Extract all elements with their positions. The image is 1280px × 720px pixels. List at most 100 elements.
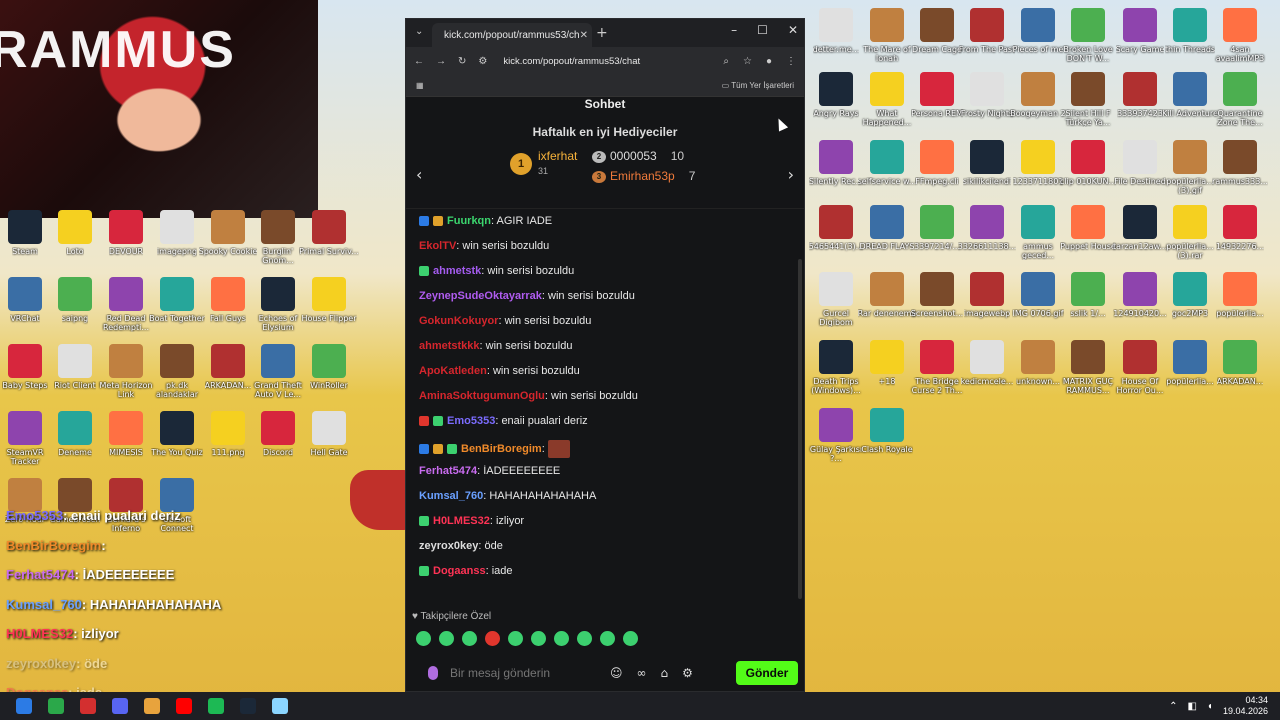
gifter-third-name[interactable]: Emirhan53p bbox=[610, 169, 675, 183]
emote-icon[interactable] bbox=[623, 631, 638, 646]
close-window-icon[interactable]: ✕ bbox=[788, 23, 798, 37]
emote-icon[interactable] bbox=[462, 631, 477, 646]
desktop-icon[interactable]: Broken Love DON'T W... bbox=[1058, 8, 1118, 63]
chat-username[interactable]: Dogaanss bbox=[433, 565, 486, 577]
chat-settings-icon[interactable]: ⚙ bbox=[682, 666, 693, 680]
taskbar-app-icon[interactable] bbox=[112, 698, 128, 714]
chat-scrollbar[interactable] bbox=[798, 259, 802, 599]
desktop-icon[interactable]: House Flipper bbox=[299, 277, 359, 332]
app-icon bbox=[1021, 140, 1055, 174]
taskbar-app-icon[interactable] bbox=[80, 698, 96, 714]
app-icon bbox=[1173, 140, 1207, 174]
back-icon[interactable]: ← bbox=[414, 56, 424, 67]
desktop-icon[interactable]: rammus333... bbox=[1210, 140, 1270, 195]
gifter-second-name[interactable]: 0000053 bbox=[610, 149, 657, 163]
url-field[interactable]: kick.com/popout/rammus53/chat bbox=[503, 56, 640, 67]
chat-username[interactable]: GokunKokuyor bbox=[419, 315, 498, 327]
desktop-icon[interactable]: Primal Surviv... bbox=[299, 210, 359, 265]
menu-kebab-icon[interactable]: ⋮ bbox=[786, 56, 796, 67]
taskbar-app-icon[interactable] bbox=[272, 698, 288, 714]
gifter-first-count: 31 bbox=[538, 166, 549, 176]
quick-emotes-icon[interactable]: ∞ bbox=[637, 666, 647, 680]
chat-username[interactable]: ZeynepSudeOktayarrak bbox=[419, 290, 542, 302]
emote-icon[interactable] bbox=[508, 631, 523, 646]
desktop-icon[interactable]: sslik 1/... bbox=[1058, 272, 1118, 327]
microphone-icon[interactable] bbox=[428, 666, 438, 680]
app-icon bbox=[1123, 8, 1157, 42]
browser-tab[interactable]: kick.com/popout/rammus53/ch ✕ bbox=[432, 23, 592, 47]
emote-icon[interactable] bbox=[485, 631, 500, 646]
start-icon[interactable] bbox=[16, 698, 32, 714]
network-icon[interactable]: ◧ bbox=[1187, 701, 1196, 712]
system-clock[interactable]: 04:34 19.04.2026 bbox=[1223, 695, 1268, 717]
chat-message-input[interactable] bbox=[450, 666, 602, 680]
app-icon bbox=[1123, 72, 1157, 106]
taskbar-app-icon[interactable] bbox=[48, 698, 64, 714]
store-icon[interactable]: ⌂ bbox=[661, 666, 669, 680]
desktop-icon[interactable]: Silent Hill F Türkçe Ya... bbox=[1058, 72, 1118, 127]
desktop-icon[interactable]: clip 010KUN... bbox=[1058, 140, 1118, 195]
tray-chevron-icon[interactable]: ⌃ bbox=[1169, 701, 1177, 712]
app-icon bbox=[1021, 272, 1055, 306]
chat-username[interactable]: zeyrox0key bbox=[419, 540, 478, 552]
chat-username[interactable]: ApoKatleden bbox=[419, 365, 487, 377]
top-gifters-panel: Haftalık en iyi Hediyeciler ‹ › 1 ixferh… bbox=[406, 125, 804, 209]
chat-username[interactable]: EkolTV bbox=[419, 240, 456, 252]
emote-icon[interactable] bbox=[439, 631, 454, 646]
chat-username[interactable]: ahmetstk bbox=[433, 265, 481, 277]
chrome-icon[interactable] bbox=[144, 698, 160, 714]
youtube-icon[interactable] bbox=[176, 698, 192, 714]
desktop-icon[interactable]: popülerlia... bbox=[1210, 272, 1270, 327]
desktop-icon[interactable]: MATRIX GÜÇ RAMMUS... bbox=[1058, 340, 1118, 395]
chat-message: EkolTV: win serisi bozuldu bbox=[419, 240, 791, 265]
bookmark-star-icon[interactable]: ☆ bbox=[743, 56, 752, 67]
emoji-picker-icon[interactable]: ☺ bbox=[610, 666, 623, 680]
chat-username[interactable]: AminaSoktugumunOglu bbox=[419, 390, 545, 402]
emote-icon[interactable] bbox=[416, 631, 431, 646]
send-button[interactable]: Gönder bbox=[736, 661, 798, 685]
desktop-icon[interactable]: ARKADAN... bbox=[1210, 340, 1270, 395]
desktop-icon[interactable]: Quarantine Zone The... bbox=[1210, 72, 1270, 127]
zoom-icon[interactable]: ⌕ bbox=[723, 56, 729, 67]
steam-icon[interactable] bbox=[240, 698, 256, 714]
gifter-first-name[interactable]: ixferhat bbox=[538, 149, 577, 163]
desktop-icon[interactable]: 4san avaalimMP3 bbox=[1210, 8, 1270, 63]
app-icon bbox=[970, 272, 1004, 306]
chat-username[interactable]: ahmetstkkk bbox=[419, 340, 480, 352]
reload-icon[interactable]: ↻ bbox=[458, 56, 466, 67]
emote-icon[interactable] bbox=[554, 631, 569, 646]
desktop-icon-label: 4san avaalimMP3 bbox=[1215, 45, 1265, 63]
chat-username[interactable]: Fuurkqn bbox=[447, 215, 491, 227]
maximize-icon[interactable]: ☐ bbox=[757, 23, 768, 37]
chat-username[interactable]: Emo5353 bbox=[447, 415, 495, 427]
tab-close-icon[interactable]: ✕ bbox=[580, 30, 588, 41]
emote-icon[interactable] bbox=[531, 631, 546, 646]
desktop-icon[interactable]: 14932276... bbox=[1210, 205, 1270, 260]
gifters-next-icon[interactable]: › bbox=[788, 165, 794, 184]
desktop-icon[interactable]: WinRoller bbox=[299, 344, 359, 399]
minimize-icon[interactable]: – bbox=[731, 23, 737, 37]
volume-icon[interactable]: ◖ bbox=[1207, 701, 1213, 712]
gifters-prev-icon[interactable]: ‹ bbox=[416, 165, 422, 184]
apps-grid-icon[interactable]: ▦ bbox=[416, 81, 424, 90]
desktop-icon[interactable]: Hell Gate bbox=[299, 411, 359, 466]
app-icon bbox=[261, 277, 295, 311]
chat-username[interactable]: Kumsal_760 bbox=[419, 490, 483, 502]
site-info-icon[interactable]: ⚙ bbox=[478, 56, 487, 67]
chat-username[interactable]: BenBirBoregim bbox=[461, 443, 542, 455]
app-icon bbox=[920, 272, 954, 306]
chat-username[interactable]: H0LMES32 bbox=[433, 515, 490, 527]
address-bar: ← → ↻ ⚙ kick.com/popout/rammus53/chat ⌕ … bbox=[406, 47, 804, 75]
emote-icon[interactable] bbox=[577, 631, 592, 646]
desktop-icon[interactable]: Clash Royale bbox=[857, 408, 917, 463]
all-bookmarks-link[interactable]: ▭ Tüm Yer İşaretleri bbox=[722, 81, 794, 90]
emote-icon[interactable] bbox=[600, 631, 615, 646]
profile-icon[interactable]: ● bbox=[766, 56, 772, 67]
chat-username[interactable]: Ferhat5474 bbox=[419, 465, 477, 477]
new-tab-icon[interactable]: + bbox=[596, 25, 608, 41]
spotify-icon[interactable] bbox=[208, 698, 224, 714]
desktop-icon-label: Broken Love DON'T W... bbox=[1063, 45, 1113, 63]
forward-icon[interactable]: → bbox=[436, 56, 446, 67]
desktop-icon[interactable]: Puppet House bbox=[1058, 205, 1118, 260]
tab-search-icon[interactable]: ⌄ bbox=[415, 26, 423, 37]
